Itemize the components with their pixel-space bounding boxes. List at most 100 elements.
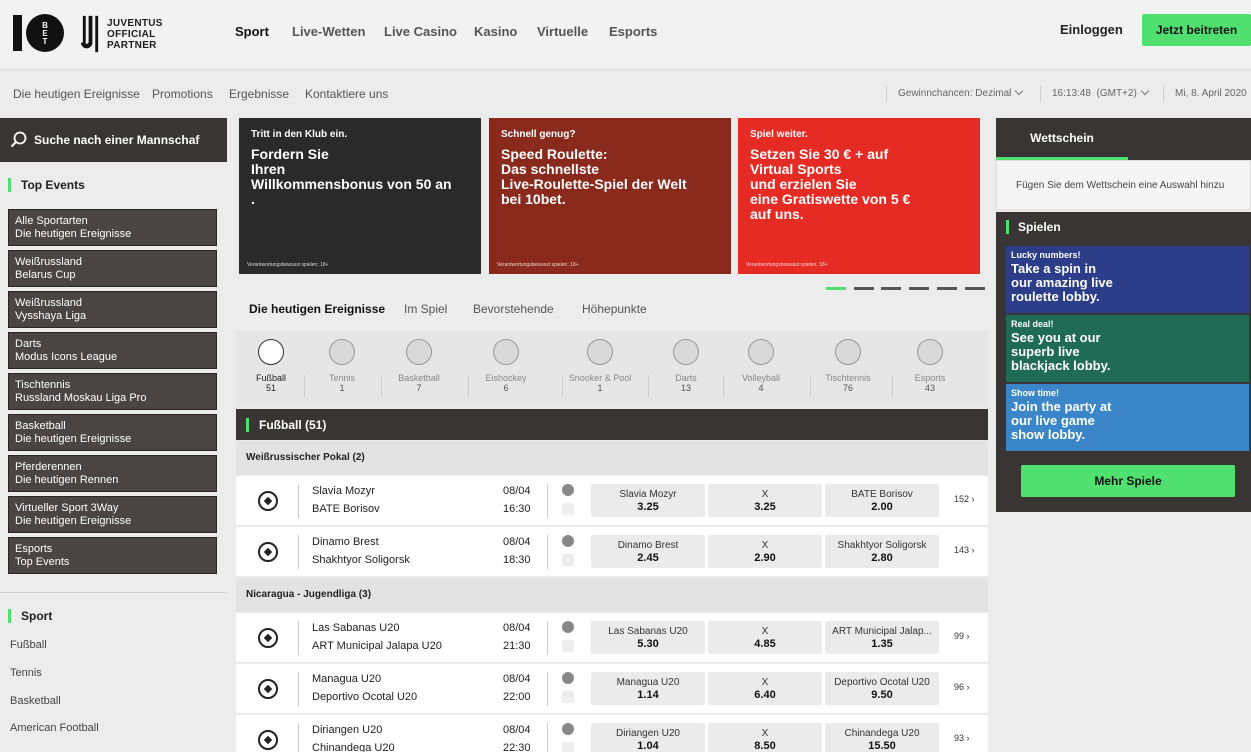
match-row[interactable]: Las Sabanas U20 ART Municipal Jalapa U20 0… bbox=[236, 613, 988, 663]
carousel-dot[interactable] bbox=[909, 287, 929, 290]
top-event-button[interactable]: Darts Modus Icons League bbox=[8, 332, 217, 369]
carousel-dot[interactable] bbox=[937, 287, 957, 290]
top-event-button[interactable]: Weißrussland Vysshaya Liga bbox=[8, 291, 217, 328]
sport-link-basketball[interactable]: Basketball bbox=[10, 695, 61, 707]
subnav-today[interactable]: Die heutigen Ereignisse bbox=[13, 87, 140, 101]
sport-link-tennis[interactable]: Tennis bbox=[10, 667, 42, 679]
carousel-dot[interactable] bbox=[965, 287, 985, 290]
promo-banner[interactable]: Spiel weiter. Setzen Sie 30 € + auf Virtu… bbox=[738, 118, 980, 274]
sport-filter-5[interactable]: Darts 13 bbox=[651, 339, 721, 393]
team-search[interactable]: Suche nach einer Mannschaf bbox=[0, 118, 227, 162]
game-lobby-banner[interactable]: Show time! Join the party at our live gam… bbox=[1006, 384, 1249, 451]
carousel-dot[interactable] bbox=[826, 287, 846, 290]
promo-banner[interactable]: Schnell genug? Speed Roulette: Das schnel… bbox=[489, 118, 731, 274]
odd-away-button[interactable]: BATE Borisov 2.00 bbox=[825, 484, 939, 517]
match-row[interactable]: Diriangen U20 Chinandega U20 08/04 22:30 Dir… bbox=[236, 715, 988, 752]
promo-banner[interactable]: Tritt in den Klub ein. Fordern Sie Ihren … bbox=[239, 118, 481, 274]
odd-price: 1.14 bbox=[637, 689, 659, 701]
game-lobby-banner[interactable]: Lucky numbers! Take a spin in our amazing… bbox=[1006, 246, 1249, 313]
odd-selection: X bbox=[761, 728, 769, 739]
subnav-contact[interactable]: Kontaktiere uns bbox=[305, 87, 388, 101]
league-header[interactable]: Weißrussischer Pokal (2) bbox=[236, 441, 988, 475]
more-markets-link[interactable]: 143 › bbox=[954, 545, 975, 555]
sport-link-football[interactable]: Fußball bbox=[10, 639, 47, 651]
search-input[interactable]: Suche nach einer Mannschaf bbox=[34, 133, 199, 147]
10bet-logo[interactable]: B E T bbox=[13, 13, 65, 53]
sport-filter-0[interactable]: Fußball 51 bbox=[236, 339, 306, 393]
subnav-promotions[interactable]: Promotions bbox=[152, 87, 213, 101]
stats-icon[interactable] bbox=[562, 484, 574, 496]
more-markets-link[interactable]: 99 › bbox=[954, 631, 970, 641]
carousel-dot[interactable] bbox=[854, 287, 874, 290]
timezone-selector[interactable]: 16:13:48 (GMT+2) bbox=[1052, 86, 1150, 99]
odd-home-button[interactable]: Slavia Mozyr 3.25 bbox=[591, 484, 705, 517]
nav-kasino[interactable]: Kasino bbox=[474, 24, 517, 39]
football-section-header[interactable]: Fußball (51) bbox=[236, 409, 988, 440]
subnav-results[interactable]: Ergebnisse bbox=[229, 87, 289, 101]
sport-filter-name: Fußball bbox=[255, 373, 286, 383]
odd-home-button[interactable]: Dinamo Brest 2.45 bbox=[591, 535, 705, 568]
nav-virtuelle[interactable]: Virtuelle bbox=[537, 24, 588, 39]
sport-filter-2[interactable]: Basketball 7 bbox=[384, 339, 454, 393]
odd-home-button[interactable]: Managua U20 1.14 bbox=[591, 672, 705, 705]
game-lobby-banner[interactable]: Real deal! See you at our superb live bla… bbox=[1006, 315, 1249, 382]
nav-esports[interactable]: Esports bbox=[609, 24, 657, 39]
stats-icon[interactable] bbox=[562, 621, 574, 633]
sport-filter-3[interactable]: Eishockey 6 bbox=[471, 339, 541, 393]
more-markets-link[interactable]: 96 › bbox=[954, 682, 970, 692]
join-button[interactable]: Jetzt beitreten bbox=[1142, 14, 1251, 46]
odd-away-button[interactable]: ART Municipal Jalap... 1.35 bbox=[825, 621, 939, 654]
nav-live-casino[interactable]: Live Casino bbox=[384, 24, 457, 39]
tab-highlights[interactable]: Höhepunkte bbox=[582, 302, 647, 316]
odd-draw-button[interactable]: X 4.85 bbox=[708, 621, 822, 654]
top-event-button[interactable]: Virtueller Sport 3Way Die heutigen Ereign… bbox=[8, 496, 217, 533]
more-markets-link[interactable]: 152 › bbox=[954, 494, 975, 504]
home-team: Managua U20 bbox=[312, 673, 382, 685]
odds-format-selector[interactable]: Gewinnchancen: Dezimal bbox=[898, 86, 1024, 99]
odd-home-button[interactable]: Diriangen U20 1.04 bbox=[591, 723, 705, 752]
sport-filter-7[interactable]: Tischtennis 76 bbox=[813, 339, 883, 393]
top-event-button[interactable]: Alle Sportarten Die heutigen Ereignisse bbox=[8, 209, 217, 246]
top-event-button[interactable]: Pferderennen Die heutigen Rennen bbox=[8, 455, 217, 492]
odd-draw-button[interactable]: X 6.40 bbox=[708, 672, 822, 705]
odd-away-button[interactable]: Shakhtyor Soligorsk 2.80 bbox=[825, 535, 939, 568]
sport-filter-1[interactable]: Tennis 1 bbox=[307, 339, 377, 393]
tab-today[interactable]: Die heutigen Ereignisse bbox=[249, 302, 385, 316]
tab-upcoming[interactable]: Bevorstehende bbox=[473, 302, 554, 316]
sport-filter-row: Fußball 51 Tennis 1 Basketball 7 Eishockey 6 Sno… bbox=[236, 331, 988, 407]
odd-draw-button[interactable]: X 2.90 bbox=[708, 535, 822, 568]
top-event-button[interactable]: Weißrussland Belarus Cup bbox=[8, 250, 217, 287]
sport-filter-4[interactable]: Snooker & Pool 1 bbox=[565, 339, 635, 393]
top-event-button[interactable]: Esports Top Events bbox=[8, 537, 217, 574]
match-row[interactable]: Dinamo Brest Shakhtyor Soligorsk 08/04 18:3… bbox=[236, 527, 988, 577]
login-link[interactable]: Einloggen bbox=[1060, 22, 1123, 37]
tab-in-play[interactable]: Im Spiel bbox=[404, 302, 447, 316]
league-header[interactable]: Nicaragua - Jugendliga (3) bbox=[236, 578, 988, 612]
more-markets-link[interactable]: 93 › bbox=[954, 733, 970, 743]
nav-sport[interactable]: Sport bbox=[235, 24, 269, 39]
juventus-logo-icon bbox=[80, 15, 99, 53]
sport-filter-count: 76 bbox=[842, 383, 853, 393]
top-event-league: Belarus Cup bbox=[15, 269, 76, 281]
match-row[interactable]: Slavia Mozyr BATE Borisov 08/04 16:30 Slavia… bbox=[236, 476, 988, 526]
odd-draw-button[interactable]: X 3.25 bbox=[708, 484, 822, 517]
betslip-empty-text: Fügen Sie dem Wettschein eine Auswahl hi… bbox=[996, 160, 1251, 210]
odd-home-button[interactable]: Las Sabanas U20 5.30 bbox=[591, 621, 705, 654]
nav-live-wetten[interactable]: Live-Wetten bbox=[292, 24, 365, 39]
sport-link-american-football[interactable]: American Football bbox=[10, 722, 99, 734]
stats-icon[interactable] bbox=[562, 535, 574, 547]
odd-away-button[interactable]: Chinandega U20 15.50 bbox=[825, 723, 939, 752]
carousel-dot[interactable] bbox=[881, 287, 901, 290]
sport-filter-8[interactable]: Esports 43 bbox=[895, 339, 965, 393]
sport-filter-6[interactable]: Volleyball 4 bbox=[726, 339, 796, 393]
match-time: 16:30 bbox=[503, 503, 531, 515]
top-event-button[interactable]: Tischtennis Russland Moskau Liga Pro bbox=[8, 373, 217, 410]
betslip-tab[interactable]: Wettschein bbox=[996, 118, 1128, 160]
match-row[interactable]: Managua U20 Deportivo Ocotal U20 08/04 22:0… bbox=[236, 664, 988, 714]
stats-icon[interactable] bbox=[562, 723, 574, 735]
odd-away-button[interactable]: Deportivo Ocotal U20 9.50 bbox=[825, 672, 939, 705]
odd-draw-button[interactable]: X 8.50 bbox=[708, 723, 822, 752]
stats-icon[interactable] bbox=[562, 672, 574, 684]
more-games-button[interactable]: Mehr Spiele bbox=[1021, 465, 1235, 497]
top-event-button[interactable]: Basketball Die heutigen Ereignisse bbox=[8, 414, 217, 451]
